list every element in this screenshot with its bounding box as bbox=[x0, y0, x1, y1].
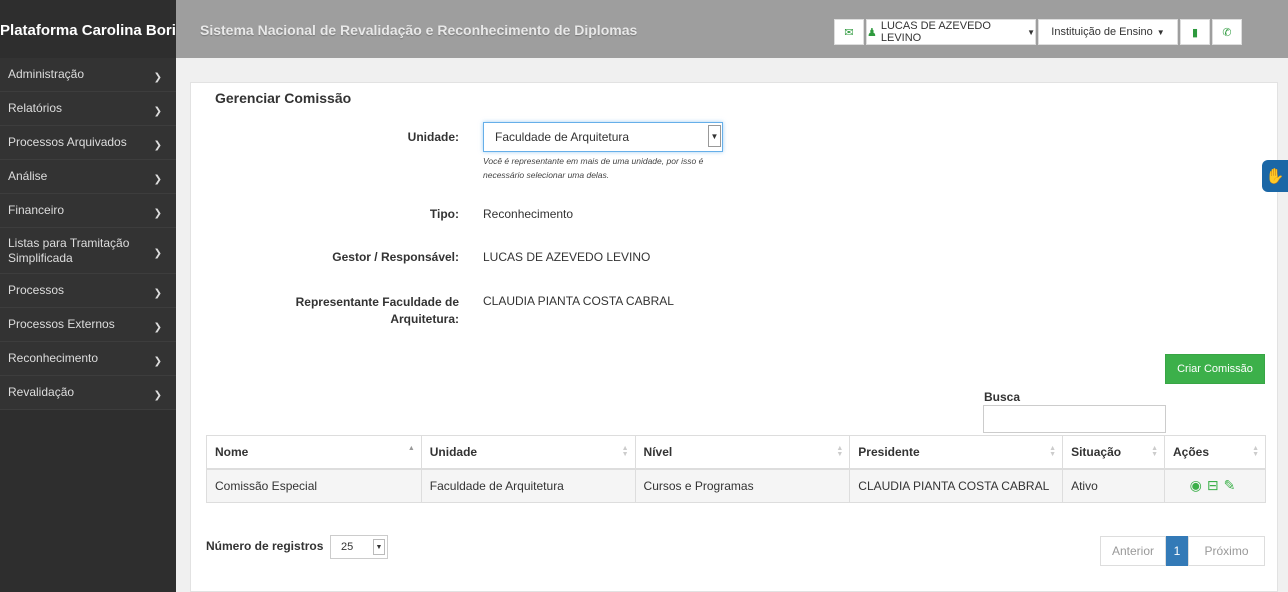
chevron-down-icon: ❯ bbox=[153, 174, 162, 185]
sidebar-item-processos[interactable]: Processos ❯ bbox=[0, 274, 176, 308]
main-panel: Gerenciar Comissão Unidade: Faculdade de… bbox=[190, 82, 1278, 592]
gestor-value: LUCAS DE AZEVEDO LEVINO bbox=[483, 250, 651, 264]
search-input[interactable] bbox=[983, 405, 1166, 433]
brand-logo[interactable]: Plataforma Carolina Bori bbox=[0, 0, 176, 58]
unidade-label: Unidade: bbox=[407, 130, 459, 144]
column-header-situacao[interactable]: Situação ▲ ▼ bbox=[1062, 435, 1166, 470]
sidebar-item-label: Administração bbox=[8, 67, 85, 81]
eye-icon[interactable]: ◉ bbox=[1190, 477, 1202, 493]
cell-unidade: Faculdade de Arquitetura bbox=[420, 468, 636, 503]
sidebar-item-financeiro[interactable]: Financeiro ❯ bbox=[0, 194, 176, 228]
tipo-value: Reconhecimento bbox=[483, 207, 574, 221]
user-menu[interactable]: ♟ LUCAS DE AZEVEDO LEVINO ▼ bbox=[866, 19, 1036, 45]
sort-icon: ▲ ▼ bbox=[1151, 445, 1159, 458]
table-row: Comissão Especial Faculdade de Arquitetu… bbox=[206, 468, 1266, 503]
phone-icon: ✆ bbox=[1222, 26, 1232, 39]
top-bar: Sistema Nacional de Revalidação e Reconh… bbox=[176, 0, 1288, 58]
representante-value: CLAUDIA PIANTA COSTA CABRAL bbox=[483, 294, 674, 308]
sort-icon: ▲ ▼ bbox=[836, 445, 844, 458]
sidebar-item-listas-tramitacao[interactable]: Listas para Tramitação Simplificada ❯ bbox=[0, 228, 176, 274]
sidebar-item-label: Processos Arquivados bbox=[8, 135, 127, 149]
sidebar-item-processos-arquivados[interactable]: Processos Arquivados ❯ bbox=[0, 126, 176, 160]
column-header-unidade[interactable]: Unidade ▲ ▼ bbox=[420, 435, 636, 470]
document-button[interactable]: ▮ bbox=[1180, 19, 1210, 45]
sidebar-item-label: Análise bbox=[8, 169, 48, 183]
criar-comissao-button[interactable]: Criar Comissão bbox=[1165, 354, 1265, 384]
sidebar-item-processos-externos[interactable]: Processos Externos ❯ bbox=[0, 308, 176, 342]
pagination-next[interactable]: Próximo bbox=[1188, 536, 1265, 566]
chevron-down-icon: ❯ bbox=[153, 208, 162, 219]
column-header-nivel[interactable]: Nível ▲ ▼ bbox=[634, 435, 851, 470]
chevron-down-icon: ❯ bbox=[153, 288, 162, 299]
user-name: LUCAS DE AZEVEDO LEVINO bbox=[880, 20, 991, 44]
sidebar-item-analise[interactable]: Análise ❯ bbox=[0, 160, 176, 194]
unidade-select[interactable]: Faculdade de Arquitetura ▼ bbox=[483, 122, 723, 152]
sort-icon: ▲ ▼ bbox=[1252, 445, 1259, 458]
chevron-down-icon: ❯ bbox=[153, 106, 162, 117]
user-icon: ♟ bbox=[867, 26, 877, 39]
cell-presidente: CLAUDIA PIANTA COSTA CABRAL bbox=[849, 468, 1064, 503]
sidebar-item-revalidacao[interactable]: Revalidação ❯ bbox=[0, 376, 176, 410]
busca-label: Busca bbox=[984, 390, 1021, 404]
sidebar-item-label: Reconhecimento bbox=[8, 351, 99, 365]
sidebar-item-relatorios[interactable]: Relatórios ❯ bbox=[0, 92, 176, 126]
chevron-down-icon: ▼ bbox=[373, 539, 385, 555]
institution-label: Instituição de Ensino bbox=[1051, 26, 1153, 38]
sidebar-item-label: Processos bbox=[8, 283, 65, 297]
chevron-down-icon: ❯ bbox=[153, 248, 162, 259]
sidebar-item-label: Revalidação bbox=[8, 385, 75, 399]
pagination-page-1[interactable]: 1 bbox=[1166, 536, 1188, 566]
sort-icon: ▲ ▼ bbox=[621, 445, 629, 458]
caret-down-icon: ▼ bbox=[1156, 27, 1165, 37]
numero-registros-select[interactable]: 25 ▼ bbox=[330, 535, 388, 559]
pagination-previous[interactable]: Anterior bbox=[1100, 536, 1166, 566]
sidebar-item-label: Relatórios bbox=[8, 101, 63, 115]
tipo-label: Tipo: bbox=[429, 207, 459, 221]
pencil-icon[interactable]: ✎ bbox=[1224, 477, 1236, 493]
comissoes-table: Nome ▲ Unidade ▲ ▼ Nível ▲ ▼ Presidente ▲ ▼ Sit… bbox=[206, 435, 1266, 503]
sidebar: Plataforma Carolina Bori Administração ❯ … bbox=[0, 0, 176, 592]
list-icon[interactable]: ⊟ bbox=[1207, 477, 1219, 493]
representante-label: Representante Faculdade de Arquitetura: bbox=[295, 295, 459, 326]
envelope-icon: ✉ bbox=[844, 26, 854, 39]
sidebar-item-label: Processos Externos bbox=[8, 317, 115, 331]
sidebar-item-label: Listas para Tramitação Simplificada bbox=[8, 235, 130, 265]
app-title: Sistema Nacional de Revalidação e Reconh… bbox=[200, 22, 638, 38]
chevron-down-icon: ▼ bbox=[708, 125, 721, 147]
cell-acoes: ◉ ⊟ ✎ bbox=[1164, 468, 1266, 503]
cell-nivel: Cursos e Programas bbox=[634, 468, 851, 503]
caret-down-icon: ▼ bbox=[1027, 27, 1035, 37]
column-header-nome[interactable]: Nome ▲ bbox=[206, 435, 422, 470]
institution-menu[interactable]: Instituição de Ensino ▼ bbox=[1038, 19, 1178, 45]
page-title: Gerenciar Comissão bbox=[215, 90, 352, 106]
gestor-label: Gestor / Responsável: bbox=[332, 250, 459, 264]
unidade-help-text: Você é representante em mais de uma unid… bbox=[483, 156, 704, 180]
chevron-down-icon: ❯ bbox=[153, 72, 162, 83]
accessibility-hands-icon[interactable]: ✋ bbox=[1262, 160, 1288, 192]
chevron-down-icon: ❯ bbox=[153, 140, 162, 151]
chevron-down-icon: ❯ bbox=[153, 356, 162, 367]
cell-situacao: Ativo bbox=[1062, 468, 1166, 503]
document-icon: ▮ bbox=[1191, 26, 1199, 39]
numero-registros-label: Número de registros bbox=[206, 539, 324, 553]
sidebar-item-administracao[interactable]: Administração ❯ bbox=[0, 58, 176, 92]
column-header-acoes[interactable]: Ações ▲ ▼ bbox=[1164, 435, 1266, 470]
sort-asc-icon: ▲ bbox=[407, 445, 415, 452]
sidebar-item-label: Financeiro bbox=[8, 203, 65, 217]
chevron-down-icon: ❯ bbox=[153, 322, 162, 333]
sort-icon: ▲ ▼ bbox=[1049, 445, 1057, 458]
cell-nome: Comissão Especial bbox=[206, 468, 422, 503]
table-header-row: Nome ▲ Unidade ▲ ▼ Nível ▲ ▼ Presidente ▲ ▼ Sit… bbox=[206, 435, 1266, 470]
phone-button[interactable]: ✆ bbox=[1212, 19, 1242, 45]
chevron-down-icon: ❯ bbox=[153, 390, 162, 401]
messages-button[interactable]: ✉ bbox=[834, 19, 864, 45]
unidade-selected-value: Faculdade de Arquitetura bbox=[495, 130, 630, 144]
sidebar-item-reconhecimento[interactable]: Reconhecimento ❯ bbox=[0, 342, 176, 376]
column-header-presidente[interactable]: Presidente ▲ ▼ bbox=[849, 435, 1064, 470]
